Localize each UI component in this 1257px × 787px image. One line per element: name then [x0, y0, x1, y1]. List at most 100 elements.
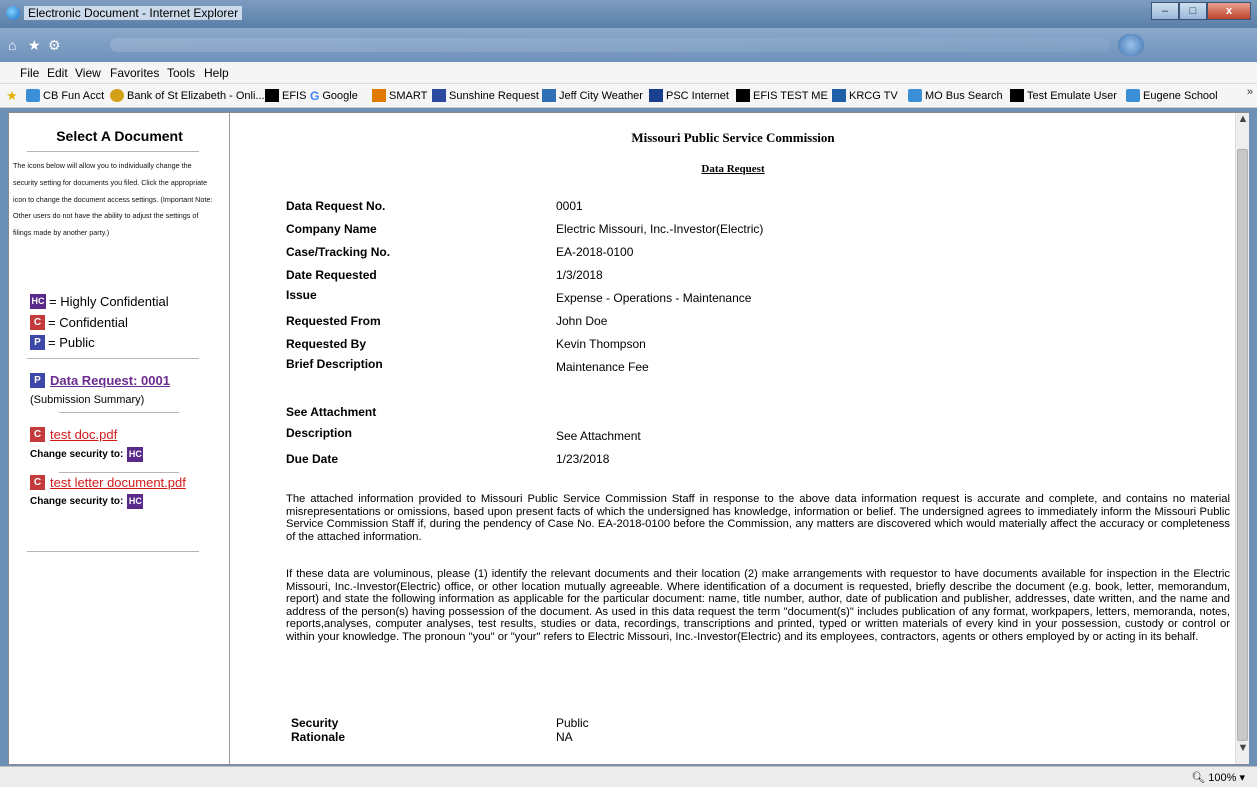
- rationale-value: NA: [556, 730, 573, 744]
- security-value: Public: [556, 716, 589, 730]
- fav-eugene-school[interactable]: Eugene School: [1126, 89, 1218, 102]
- field-value: EA-2018-0100: [556, 245, 634, 259]
- back-button-icon[interactable]: [1118, 34, 1144, 56]
- tools-gear-icon[interactable]: ⚙: [48, 37, 61, 54]
- menu-favorites[interactable]: Favorites: [110, 66, 159, 80]
- field-label: Brief Description: [286, 357, 383, 371]
- fav-jeff-city-weather[interactable]: Jeff City Weather: [542, 89, 643, 102]
- fav-test-emulate-user[interactable]: Test Emulate User: [1010, 89, 1117, 102]
- c-badge-icon[interactable]: C: [30, 427, 45, 442]
- c-badge-icon[interactable]: C: [30, 475, 45, 490]
- document-link[interactable]: test doc.pdf: [50, 427, 117, 442]
- legend-confidential: C = Confidential: [30, 315, 128, 330]
- field-label: Data Request No.: [286, 199, 386, 213]
- fav-mo-bus-search[interactable]: MO Bus Search: [908, 89, 1003, 102]
- change-to-hc-button[interactable]: HC: [127, 447, 144, 462]
- field-label: Requested By: [286, 337, 367, 351]
- legend-highly-confidential: HC = Highly Confidential: [30, 294, 169, 309]
- data-request-link[interactable]: Data Request: 0001: [50, 373, 170, 388]
- menu-bar: File Edit View Favorites Tools Help: [0, 62, 1257, 84]
- menu-view[interactable]: View: [75, 66, 101, 80]
- vertical-scrollbar[interactable]: ▲ ▼: [1235, 113, 1249, 764]
- field-value: John Doe: [556, 314, 608, 328]
- field-value: Expense - Operations - Maintenance: [556, 291, 752, 305]
- field-label: Description: [286, 426, 353, 440]
- p-badge-icon: P: [30, 373, 45, 388]
- menu-help[interactable]: Help: [204, 66, 229, 80]
- page-content: Select A Document The icons below will a…: [8, 112, 1249, 765]
- fav-google[interactable]: G Google: [310, 89, 358, 103]
- change-to-hc-button[interactable]: HC: [127, 494, 144, 509]
- weather-icon: [542, 89, 556, 102]
- minimize-button[interactable]: –: [1151, 2, 1179, 20]
- document-view: Missouri Public Service Commission Data …: [231, 113, 1235, 764]
- command-bar: ⌂ ★ ⚙: [0, 28, 1257, 62]
- menu-file[interactable]: File: [20, 66, 39, 80]
- fav-krcg-tv[interactable]: KRCG TV: [832, 89, 898, 102]
- field-value: 0001: [556, 199, 583, 213]
- google-icon: G: [310, 89, 320, 103]
- status-bar: 🔍︎ 100% ▾: [0, 766, 1257, 787]
- legend-public: P = Public: [30, 335, 95, 350]
- psc-icon: [649, 89, 663, 102]
- field-value: 1/23/2018: [556, 452, 610, 466]
- scroll-up-icon[interactable]: ▲: [1236, 113, 1250, 131]
- ie-logo-icon: [6, 6, 20, 20]
- field-label: Due Date: [286, 452, 339, 466]
- document-sidebar: Select A Document The icons below will a…: [9, 113, 230, 764]
- close-button[interactable]: x: [1207, 2, 1251, 20]
- window-title: Electronic Document - Internet Explorer: [24, 6, 243, 20]
- favorites-star-icon[interactable]: ★: [28, 37, 41, 54]
- chevron-right-icon[interactable]: »: [1247, 86, 1253, 98]
- sidebar-instructions: The icons below will allow you to indivi…: [13, 161, 213, 238]
- ie-page-icon: [908, 89, 922, 102]
- fav-efis[interactable]: EFIS: [265, 89, 306, 102]
- field-label: Date Requested: [286, 268, 377, 282]
- divider: [59, 472, 179, 473]
- fav-cb-fun-acct[interactable]: CB Fun Acct: [26, 89, 104, 102]
- field-value: Electric Missouri, Inc.-Investor(Electri…: [556, 222, 764, 236]
- maximize-button[interactable]: □: [1179, 2, 1207, 20]
- fav-bank[interactable]: Bank of St Elizabeth - Onli...: [110, 89, 265, 102]
- browser-window: Electronic Document - Internet Explorer …: [0, 0, 1257, 787]
- p-badge-icon: P: [30, 335, 45, 350]
- menu-tools[interactable]: Tools: [167, 66, 195, 80]
- divider: [27, 551, 199, 552]
- fav-efis-test-me[interactable]: EFIS TEST ME: [736, 89, 828, 102]
- instructions-paragraph: If these data are voluminous, please (1)…: [286, 568, 1230, 643]
- field-label: Issue: [286, 288, 317, 302]
- document-item: C test letter document.pdf: [30, 475, 186, 490]
- divider: [59, 412, 179, 413]
- document-link[interactable]: test letter document.pdf: [50, 475, 186, 490]
- scroll-down-icon[interactable]: ▼: [1236, 742, 1250, 760]
- document-title: Missouri Public Service Commission: [631, 130, 835, 145]
- fav-sunshine-request[interactable]: Sunshine Request: [432, 89, 539, 102]
- change-security-row: Change security to: HC: [30, 447, 144, 462]
- divider: [27, 151, 199, 152]
- sidebar-title: Select A Document: [56, 128, 183, 144]
- scroll-thumb[interactable]: [1237, 149, 1248, 741]
- ie-page-icon: [1126, 89, 1140, 102]
- see-attachment-heading: See Attachment: [286, 405, 377, 419]
- data-request-link-row: P Data Request: 0001: [30, 373, 170, 388]
- smart-icon: [372, 89, 386, 102]
- document-item: C test doc.pdf: [30, 427, 117, 442]
- favorites-star-icon[interactable]: ★: [6, 88, 18, 104]
- fav-smart[interactable]: SMART: [372, 89, 427, 102]
- change-security-row: Change security to: HC: [30, 494, 144, 509]
- rationale-label: Rationale: [291, 730, 346, 744]
- submission-summary-note: (Submission Summary): [30, 394, 145, 406]
- blurred-background: [110, 38, 1110, 52]
- home-icon[interactable]: ⌂: [8, 37, 16, 53]
- field-label: Case/Tracking No.: [286, 245, 391, 259]
- favorites-bar: ★ CB Fun Acct Bank of St Elizabeth - Onl…: [0, 84, 1257, 108]
- zoom-control[interactable]: 🔍︎ 100% ▾: [1191, 771, 1245, 784]
- sunshine-icon: [432, 89, 446, 102]
- black-square-icon: [736, 89, 750, 102]
- security-label: Security: [291, 716, 339, 730]
- field-label: Requested From: [286, 314, 381, 328]
- ie-page-icon: [26, 89, 40, 102]
- fav-psc-internet[interactable]: PSC Internet: [649, 89, 729, 102]
- menu-edit[interactable]: Edit: [47, 66, 68, 80]
- c-badge-icon: C: [30, 315, 45, 330]
